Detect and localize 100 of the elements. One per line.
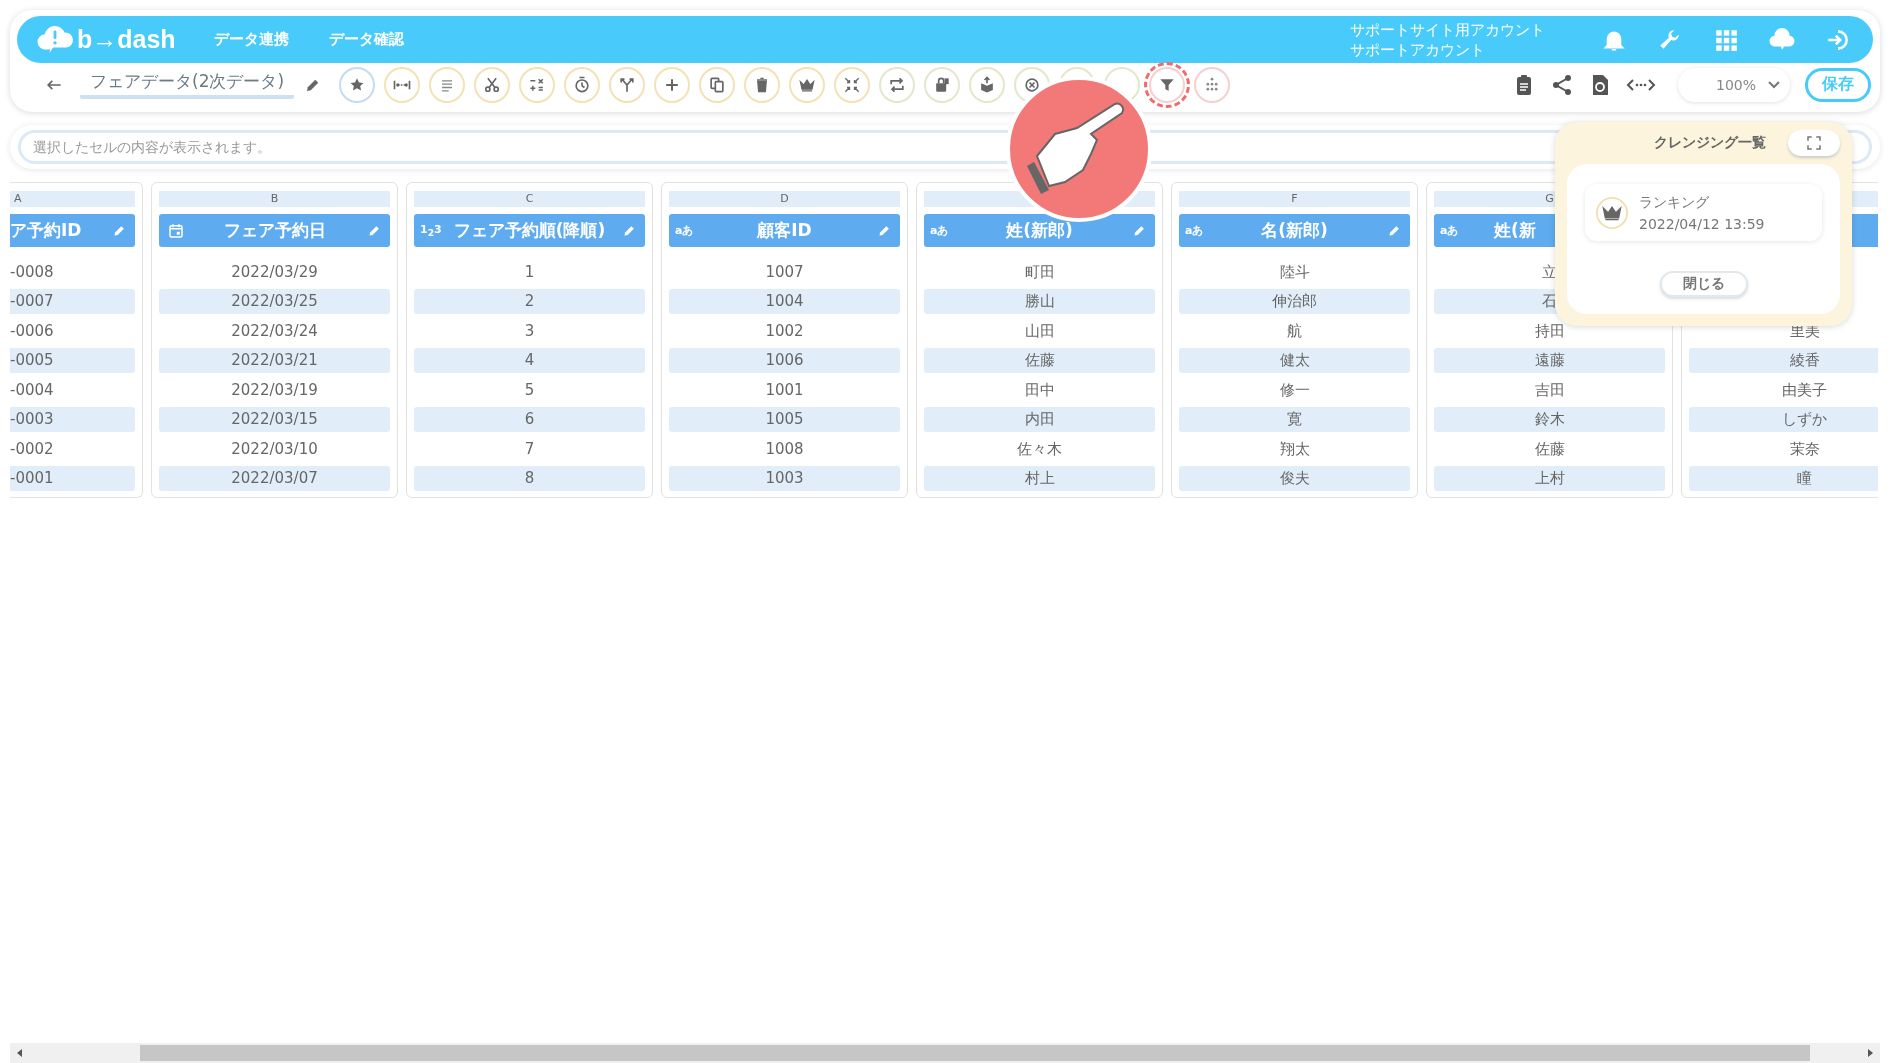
table-cell: 1006 [669,348,900,373]
tool-button[interactable] [519,66,556,103]
tool-button[interactable] [654,66,691,103]
tool-button[interactable] [879,66,916,103]
tool-button[interactable] [384,66,421,103]
table-cell-text: 1002 [764,320,805,342]
share-icon[interactable] [1550,72,1574,97]
column-letter-bar[interactable]: F [1179,191,1410,207]
expand-button[interactable] [1788,130,1840,156]
table-cell: 2022/03/21 [159,348,390,373]
scrollbar-thumb[interactable] [140,1045,1810,1061]
type-label: aあ [675,223,694,238]
table-cell: 綾香 [1689,348,1878,373]
table-cell: -0001 [10,466,135,491]
table-cell: 瞳 [1689,466,1878,491]
table-cell: 4 [414,348,645,373]
column-name: 姓(新 [1494,219,1536,242]
table-cell-text: 翔太 [1278,438,1311,460]
table-cell: 8 [414,466,645,491]
table-cell-text: 2022/03/24 [230,320,319,342]
scroll-right-icon[interactable] [1865,1048,1875,1058]
type-label: 1$_{2}$3 [420,222,442,239]
table-cell-text: -0002 [10,438,55,460]
table-cell-text: 修一 [1278,379,1311,401]
chevron-down-icon[interactable] [1768,80,1780,89]
table-cell: 1005 [669,407,900,432]
table-cell-text: 2022/03/19 [230,379,319,401]
table-cell: 鈴木 [1434,407,1665,432]
tool-button[interactable] [609,66,646,103]
expand-icon [1805,134,1823,152]
tool-button[interactable] [744,66,781,103]
table-cell: 2022/03/25 [159,289,390,314]
column-letter-bar[interactable]: D [669,191,900,207]
column-name: 姓(新郎) [1006,219,1073,242]
column-letter-bar[interactable]: B [159,191,390,207]
table-cell: 2022/03/07 [159,466,390,491]
table-cell: 遠藤 [1434,348,1665,373]
table-cell-text: 立 [1541,261,1558,283]
account-name: サポートサイト用アカウント [1350,19,1545,40]
tool-button[interactable] [969,66,1006,103]
logo-text: b→dash [77,25,176,54]
tool-button[interactable] [564,66,601,103]
tool-button[interactable] [699,66,736,103]
table-cell-text: 5 [523,379,536,401]
table-cell-text: -0004 [10,379,55,401]
table-cell: 俊夫 [1179,466,1410,491]
horizontal-scrollbar[interactable] [10,1043,1880,1063]
column-letter-bar[interactable]: A [10,191,135,207]
table-cell-text: 山田 [1023,320,1056,342]
table-cell-text: 佐々木 [1016,438,1063,460]
table-cell-text: 茉奈 [1788,438,1821,460]
nav-link[interactable]: データ確認 [328,30,404,49]
column-header[interactable]: ア予約ID [10,214,135,247]
close-button[interactable]: 閉じる [1659,271,1748,297]
table-cell: -0003 [10,407,135,432]
type-label: aあ [1185,223,1204,238]
table-cell-text: 航 [1286,320,1303,342]
table-cell-text: 1007 [764,261,805,283]
table-cell: -0007 [10,289,135,314]
table-cell-text: 2022/03/10 [230,438,319,460]
column-header[interactable]: aあ 姓(新郎) [924,214,1155,247]
table-cell-text: 2022/03/29 [230,261,319,283]
column-name: フェア予約順(降順) [453,219,606,242]
scroll-left-icon[interactable] [15,1048,25,1058]
table-cell-text: 1001 [764,379,805,401]
table-cell-text: 持田 [1533,320,1566,342]
column-name: ア予約ID [10,219,82,242]
column-header[interactable]: aあ 名(新郎) [1179,214,1410,247]
table-cell-text: 佐藤 [1533,438,1566,460]
tool-button[interactable] [789,66,826,103]
type-label: aあ [1440,223,1459,238]
table-cell-text: 3 [523,320,536,342]
table-cell-text: 7 [523,438,536,460]
column-letter-bar[interactable]: C [414,191,645,207]
table-cell-text: -0008 [10,261,55,283]
column-header[interactable]: フェア予約日 [159,214,390,247]
table-cell: 村上 [924,466,1155,491]
tool-button[interactable] [339,66,376,103]
tool-button[interactable] [1194,66,1231,103]
tool-button[interactable] [924,66,961,103]
table-cell-text: 陸斗 [1278,261,1311,283]
column-name: 名(新郎) [1261,219,1328,242]
column-header[interactable]: aあ 顧客ID [669,214,900,247]
table-cell: 2022/03/15 [159,407,390,432]
column-name: 顧客ID [757,219,812,242]
column-header[interactable]: 1$_{2}$3 フェア予約順(降順) [414,214,645,247]
table-cell: しずか [1689,407,1878,432]
table-cell: 2 [414,289,645,314]
tool-button[interactable] [834,66,871,103]
save-button[interactable]: 保存 [1805,67,1871,102]
crown-icon [1595,195,1629,230]
zoom-select[interactable]: 100% [1678,67,1790,102]
table-cell-text: 1 [523,261,536,283]
dataset-title: フェアデータ(2次データ) [80,70,295,99]
table-cell: 上村 [1434,466,1665,491]
column-name: フェア予約日 [223,219,326,242]
table-cell: 1004 [669,289,900,314]
nav-link[interactable]: データ連携 [213,30,289,49]
table-cell: 内田 [924,407,1155,432]
tool-button[interactable] [474,66,511,103]
